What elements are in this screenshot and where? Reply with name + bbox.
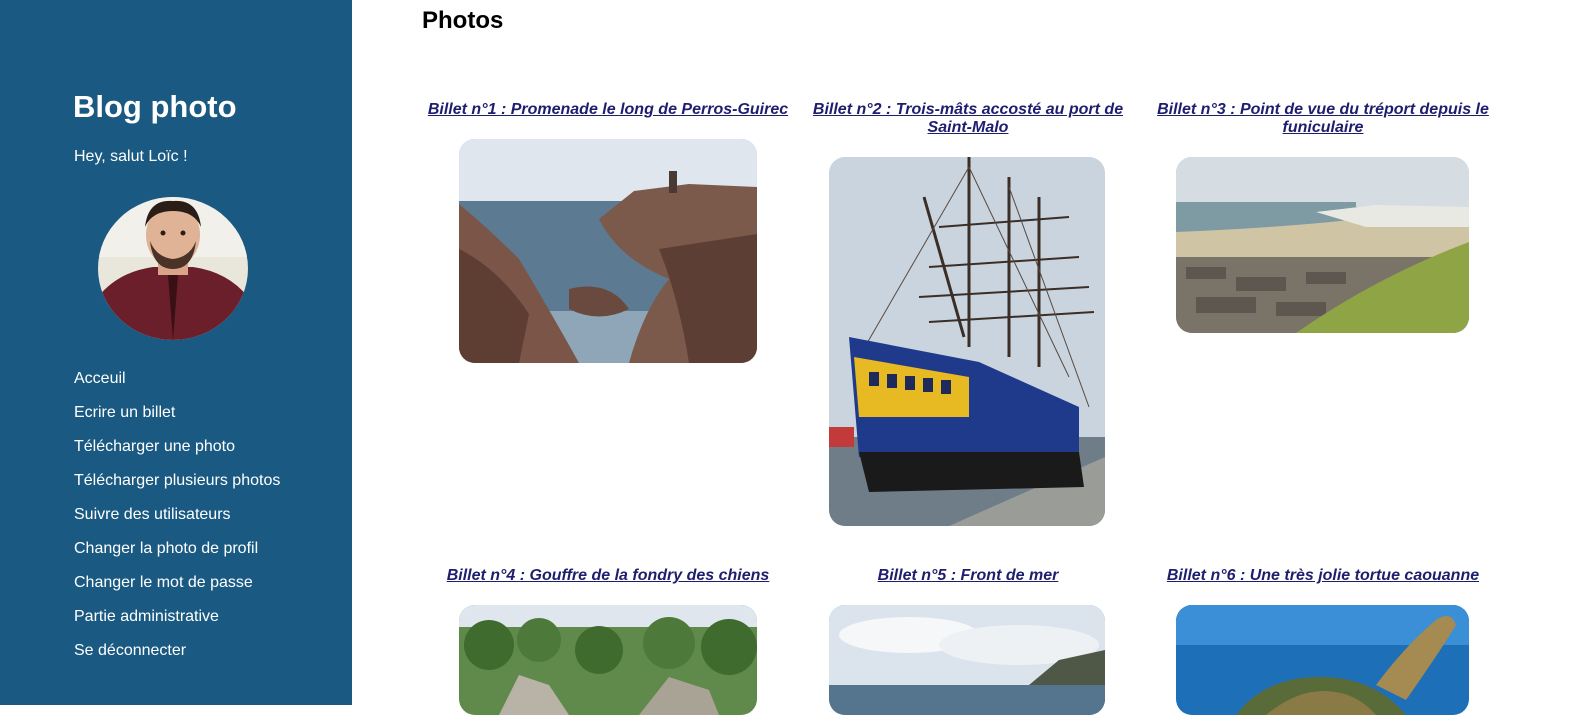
nav-item-ecrire-billet[interactable]: Ecrire un billet [74,404,284,422]
coastal-town-photo [1176,157,1469,333]
sidebar-nav: Acceuil Ecrire un billet Télécharger une… [74,370,284,676]
post-photo[interactable] [829,157,1105,526]
seafront-photo [829,605,1105,715]
nav-item-suivre-utilisateurs[interactable]: Suivre des utilisateurs [74,506,284,524]
post-photo[interactable] [829,605,1105,715]
post-photo[interactable] [459,139,757,363]
forest-gorge-photo [459,605,757,715]
nav-item-accueil[interactable]: Acceuil [74,370,284,388]
nav-item-telecharger-photo[interactable]: Télécharger une photo [74,438,284,456]
sidebar: Blog photo Hey, salut Loïc ! Acceuil Ecr… [0,0,352,705]
post-title-link[interactable]: Billet n°4 : Gouffre de la fondry des ch… [418,567,798,585]
tall-ship-photo [829,157,1105,526]
nav-item-partie-administrative[interactable]: Partie administrative [74,608,284,626]
post-title-link[interactable]: Billet n°3 : Point de vue du tréport dep… [1150,101,1496,137]
post-title-link[interactable]: Billet n°5 : Front de mer [806,567,1130,585]
blog-title: Blog photo [73,89,237,124]
sea-turtle-photo [1176,605,1469,715]
page-title: Photos [422,7,504,34]
nav-item-changer-photo-profil[interactable]: Changer la photo de profil [74,540,284,558]
rocky-coast-photo [459,139,757,363]
post-photo[interactable] [1176,157,1469,333]
nav-item-telecharger-plusieurs-photos[interactable]: Télécharger plusieurs photos [74,472,284,490]
post-title-link[interactable]: Billet n°6 : Une très jolie tortue caoua… [1150,567,1496,585]
nav-item-changer-mot-de-passe[interactable]: Changer le mot de passe [74,574,284,592]
post-title-link[interactable]: Billet n°1 : Promenade le long de Perros… [418,101,798,119]
post-title-link[interactable]: Billet n°2 : Trois-mâts accosté au port … [806,101,1130,137]
greeting-text: Hey, salut Loïc ! [74,148,188,165]
avatar [98,197,248,340]
post-photo[interactable] [1176,605,1469,715]
post-photo[interactable] [459,605,757,715]
avatar-photo [98,197,248,340]
nav-item-se-deconnecter[interactable]: Se déconnecter [74,642,284,660]
